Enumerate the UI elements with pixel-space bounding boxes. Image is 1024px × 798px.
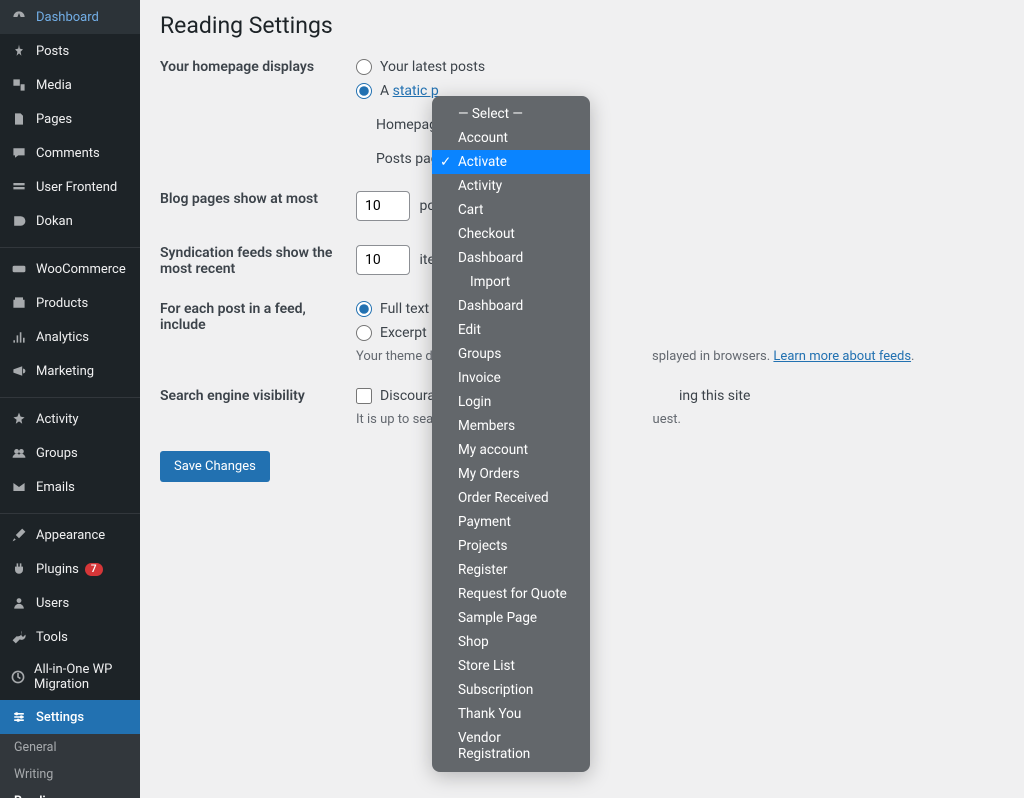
sidebar-item-dokan[interactable]: Dokan (0, 204, 140, 238)
dropdown-option[interactable]: Register (432, 558, 590, 582)
sidebar-item-users[interactable]: Users (0, 586, 140, 620)
brush-icon (10, 526, 28, 544)
sidebar-item-marketing[interactable]: Marketing (0, 354, 140, 388)
dropdown-option[interactable]: Order Received (432, 486, 590, 510)
dropdown-option[interactable]: Subscription (432, 678, 590, 702)
sidebar-item-emails[interactable]: Emails (0, 470, 140, 504)
sidebar-sub-reading[interactable]: Reading (0, 788, 140, 798)
gauge-icon (10, 8, 28, 26)
radio-excerpt[interactable] (356, 325, 372, 341)
sidebar-item-posts[interactable]: Posts (0, 34, 140, 68)
syndication-input[interactable] (356, 245, 410, 275)
dropdown-option[interactable]: Import (432, 270, 590, 294)
woo-icon (10, 260, 28, 278)
static-page-link[interactable]: static p (393, 83, 439, 99)
learn-feeds-link[interactable]: Learn more about feeds (773, 349, 911, 364)
sidebar-sub-writing[interactable]: Writing (0, 761, 140, 788)
admin-sidebar: DashboardPostsMediaPagesCommentsUser Fro… (0, 0, 140, 798)
update-badge: 7 (85, 563, 103, 576)
dropdown-option[interactable]: — Select — (432, 102, 590, 126)
activity-icon (10, 410, 28, 428)
groups-icon (10, 444, 28, 462)
dropdown-option[interactable]: Request for Quote (432, 582, 590, 606)
sidebar-item-media[interactable]: Media (0, 68, 140, 102)
dropdown-option[interactable]: Projects (432, 534, 590, 558)
frontend-icon (10, 178, 28, 196)
radio-static-page[interactable] (356, 83, 372, 99)
pin-icon (10, 42, 28, 60)
dropdown-option[interactable]: Dashboard (432, 294, 590, 318)
sidebar-sub-general[interactable]: General (0, 734, 140, 761)
search-visibility-label: Search engine visibility (160, 388, 356, 404)
page-icon (10, 110, 28, 128)
dropdown-option[interactable]: Sample Page (432, 606, 590, 630)
dropdown-option[interactable]: Invoice (432, 366, 590, 390)
sidebar-item-all-in-one-wp-migration[interactable]: All-in-One WP Migration (0, 654, 140, 700)
sidebar-item-woocommerce[interactable]: WooCommerce (0, 252, 140, 286)
sidebar-item-user-frontend[interactable]: User Frontend (0, 170, 140, 204)
blog-pages-label: Blog pages show at most (160, 191, 356, 207)
radio-latest-posts[interactable] (356, 59, 372, 75)
sidebar-item-analytics[interactable]: Analytics (0, 320, 140, 354)
products-icon (10, 294, 28, 312)
dropdown-option[interactable]: My Orders (432, 462, 590, 486)
migrate-icon (10, 668, 26, 686)
dropdown-option[interactable]: Shop (432, 630, 590, 654)
radio-latest-posts-label: Your latest posts (380, 59, 485, 75)
radio-full-text[interactable] (356, 301, 372, 317)
radio-full-text-label: Full text (380, 301, 429, 317)
blog-pages-input[interactable] (356, 191, 410, 221)
sidebar-item-appearance[interactable]: Appearance (0, 518, 140, 552)
radio-excerpt-label: Excerpt (380, 325, 427, 341)
sidebar-item-comments[interactable]: Comments (0, 136, 140, 170)
dropdown-option[interactable]: Thank You (432, 702, 590, 726)
sidebar-item-dashboard[interactable]: Dashboard (0, 0, 140, 34)
dropdown-option[interactable]: Login (432, 390, 590, 414)
dropdown-option[interactable]: Activity (432, 174, 590, 198)
dropdown-option[interactable]: Vendor Registration (432, 726, 590, 766)
dropdown-option[interactable]: Dashboard (432, 246, 590, 270)
dropdown-option[interactable]: My account (432, 438, 590, 462)
sidebar-item-products[interactable]: Products (0, 286, 140, 320)
tools-icon (10, 628, 28, 646)
dropdown-option[interactable]: Groups (432, 342, 590, 366)
dokan-icon (10, 212, 28, 230)
sidebar-item-plugins[interactable]: Plugins7 (0, 552, 140, 586)
dropdown-option[interactable]: Cart (432, 198, 590, 222)
users-icon (10, 594, 28, 612)
dropdown-option[interactable]: Activate (432, 150, 590, 174)
page-select-dropdown[interactable]: — Select —AccountActivateActivityCartChe… (432, 96, 590, 772)
sidebar-item-groups[interactable]: Groups (0, 436, 140, 470)
dropdown-option[interactable]: Members (432, 414, 590, 438)
sidebar-item-tools[interactable]: Tools (0, 620, 140, 654)
save-button[interactable]: Save Changes (160, 451, 270, 482)
dropdown-option[interactable]: Payment (432, 510, 590, 534)
marketing-icon (10, 362, 28, 380)
sidebar-item-settings[interactable]: Settings (0, 700, 140, 734)
page-title: Reading Settings (160, 12, 1004, 39)
comment-icon (10, 144, 28, 162)
emails-icon (10, 478, 28, 496)
feed-include-label: For each post in a feed, include (160, 301, 356, 333)
discourage-search-checkbox[interactable] (356, 388, 372, 404)
dropdown-option[interactable]: Account (432, 126, 590, 150)
sidebar-item-activity[interactable]: Activity (0, 402, 140, 436)
syndication-label: Syndication feeds show the most recent (160, 245, 356, 277)
sidebar-item-pages[interactable]: Pages (0, 102, 140, 136)
dropdown-option[interactable]: Checkout (432, 222, 590, 246)
media-icon (10, 76, 28, 94)
dropdown-option[interactable]: Store List (432, 654, 590, 678)
analytics-icon (10, 328, 28, 346)
settings-icon (10, 708, 28, 726)
dropdown-option[interactable]: Edit (432, 318, 590, 342)
plug-icon (10, 560, 28, 578)
homepage-displays-label: Your homepage displays (160, 59, 356, 75)
